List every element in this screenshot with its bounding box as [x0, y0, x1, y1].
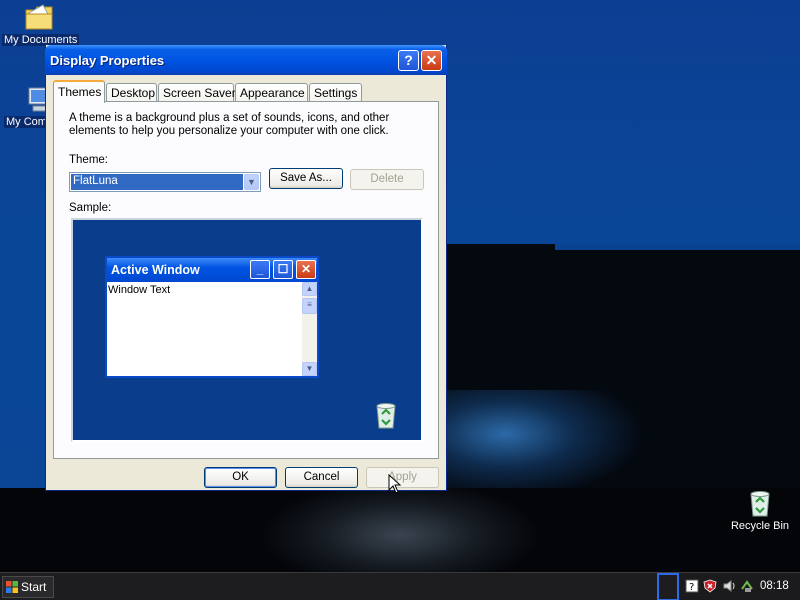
preview-title: Active Window — [111, 263, 200, 277]
tab-appearance[interactable]: Appearance — [235, 83, 308, 102]
minimize-icon: _ — [250, 260, 270, 279]
tab-settings[interactable]: Settings — [309, 83, 362, 102]
preview-scrollbar: ▲ ≡ ▼ — [302, 282, 317, 376]
theme-selected-value: FlatLuna — [71, 174, 243, 190]
theme-label: Theme: — [69, 154, 108, 166]
start-button[interactable]: Start — [2, 576, 54, 598]
cancel-button[interactable]: Cancel — [285, 467, 358, 488]
help-tray-icon[interactable]: ? — [685, 579, 699, 593]
preview-title-bar: Active Window _ ☐ ✕ — [107, 258, 317, 282]
display-properties-window: Display Properties ? ✕ Themes Desktop Sc… — [45, 45, 447, 491]
help-button[interactable]: ? — [398, 50, 419, 71]
theme-preview: Active Window _ ☐ ✕ Window Text ▲ ≡ ▼ — [71, 218, 423, 442]
volume-icon[interactable] — [722, 579, 736, 593]
mouse-cursor-icon — [388, 474, 402, 494]
recycle-bin-icon — [376, 403, 396, 429]
scroll-down-icon: ▼ — [302, 362, 317, 376]
save-as-button[interactable]: Save As... — [269, 168, 343, 189]
apply-button[interactable]: Apply — [366, 467, 439, 488]
tab-screen-saver[interactable]: Screen Saver — [158, 83, 236, 102]
folder-icon — [25, 4, 53, 30]
recycle-bin-icon — [750, 491, 770, 517]
close-icon: ✕ — [296, 260, 316, 279]
tab-themes[interactable]: Themes — [53, 80, 105, 103]
ok-button[interactable]: OK — [204, 467, 277, 488]
themes-description: A theme is a background plus a set of so… — [69, 112, 390, 137]
windows-logo-icon — [6, 581, 18, 593]
taskbar: Start ? 08:18 — [0, 572, 800, 600]
clock: 08:18 — [760, 580, 789, 592]
preview-window: Active Window _ ☐ ✕ Window Text ▲ ≡ ▼ — [105, 256, 319, 378]
desktop-icon-label: Recycle Bin — [730, 520, 790, 532]
close-button[interactable]: ✕ — [421, 50, 442, 71]
security-shield-icon[interactable] — [703, 579, 717, 593]
themes-panel: A theme is a background plus a set of so… — [53, 101, 439, 459]
svg-text:?: ? — [689, 582, 694, 593]
network-icon[interactable] — [740, 579, 754, 593]
taskbar-item[interactable] — [657, 573, 679, 600]
start-label: Start — [21, 580, 47, 594]
system-tray: ? 08:18 — [680, 573, 800, 600]
desktop-icon-recycle-bin[interactable]: Recycle Bin — [726, 488, 794, 532]
title-bar[interactable]: Display Properties ? ✕ — [45, 45, 447, 75]
sample-label: Sample: — [69, 202, 112, 214]
wallpaper-strip — [555, 244, 800, 250]
maximize-icon: ☐ — [273, 260, 293, 279]
scroll-up-icon: ▲ — [302, 282, 317, 296]
window-title: Display Properties — [50, 53, 165, 68]
tab-desktop[interactable]: Desktop — [106, 83, 157, 102]
preview-window-text: Window Text — [108, 284, 171, 296]
scroll-thumb: ≡ — [302, 298, 317, 314]
theme-dropdown[interactable]: FlatLuna ▼ — [69, 172, 261, 192]
chevron-down-icon[interactable]: ▼ — [244, 174, 259, 190]
delete-button[interactable]: Delete — [350, 169, 424, 190]
desktop-icon-my-documents[interactable]: My Documents — [2, 2, 80, 46]
